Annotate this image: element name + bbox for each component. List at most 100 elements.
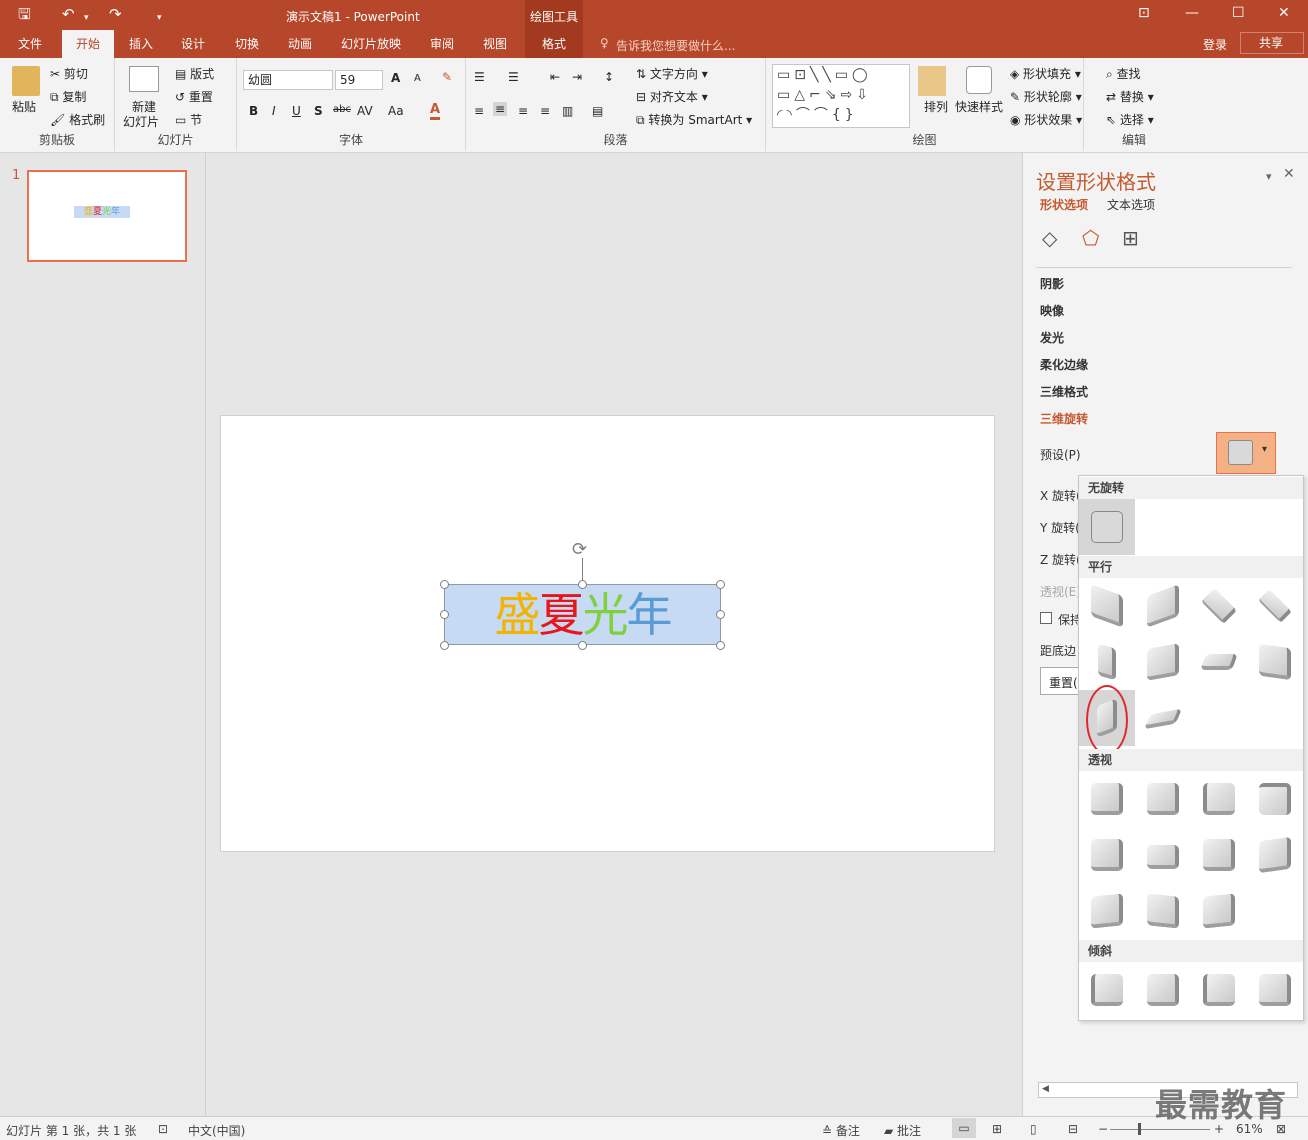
maximize-icon[interactable]: ☐ bbox=[1232, 5, 1245, 21]
preset-parallel-5[interactable] bbox=[1079, 634, 1135, 690]
login-link[interactable]: 登录 bbox=[1203, 36, 1227, 53]
preset-perspective-8[interactable] bbox=[1247, 827, 1303, 883]
select-button[interactable]: ⇖ 选择 ▾ bbox=[1106, 111, 1154, 128]
scroll-left-icon[interactable]: ◀ bbox=[1042, 1084, 1049, 1094]
slideshow-view-icon[interactable]: ⊟ bbox=[1068, 1122, 1078, 1136]
preset-parallel-3[interactable] bbox=[1191, 578, 1247, 634]
distributed-icon[interactable]: ▥ bbox=[562, 104, 573, 118]
shapes-gallery[interactable]: ▭⊡╲╲▭◯ ▭△⌐⇘⇨⇩ ◜◝⌒⌒{} bbox=[772, 64, 910, 128]
tab-view[interactable]: 视图 bbox=[472, 30, 518, 58]
section-shadow[interactable]: 阴影 bbox=[1040, 275, 1064, 292]
notes-button[interactable]: ≙ 备注 bbox=[822, 1122, 860, 1139]
reset-button[interactable]: ↺ 重置 bbox=[175, 88, 213, 105]
preset-perspective-9[interactable] bbox=[1079, 883, 1135, 939]
rotate-handle-icon[interactable]: ⟳ bbox=[572, 539, 587, 560]
preset-perspective-7[interactable] bbox=[1191, 827, 1247, 883]
comments-button[interactable]: ▰ 批注 bbox=[884, 1122, 921, 1139]
undo-icon[interactable]: ↶ bbox=[62, 5, 75, 23]
copy-button[interactable]: ⧉ 复制 bbox=[50, 88, 86, 105]
close-icon[interactable]: ✕ bbox=[1278, 5, 1290, 21]
paste-button[interactable]: 粘贴 bbox=[12, 98, 36, 115]
find-button[interactable]: ⌕ 查找 bbox=[1106, 65, 1141, 82]
preset-oblique-4[interactable] bbox=[1247, 962, 1303, 1018]
layout-button[interactable]: ▤ 版式 bbox=[175, 65, 214, 82]
shape-outline-button[interactable]: ✎ 形状轮廓 ▾ bbox=[1010, 88, 1082, 105]
zoom-slider[interactable] bbox=[1110, 1129, 1210, 1130]
customize-toolbar-icon[interactable]: ▾ bbox=[157, 9, 162, 27]
tab-file[interactable]: 文件 bbox=[8, 30, 52, 58]
tab-format[interactable]: 格式 bbox=[525, 30, 583, 58]
preset-no-rotation[interactable] bbox=[1079, 499, 1135, 555]
section-button[interactable]: ▭ 节 bbox=[175, 111, 202, 128]
new-slide-icon[interactable] bbox=[129, 66, 159, 92]
resize-handle-t[interactable] bbox=[578, 580, 587, 589]
align-right-icon[interactable]: ≡ bbox=[518, 104, 528, 118]
tab-insert[interactable]: 插入 bbox=[118, 30, 164, 58]
keep-text-flat-checkbox[interactable] bbox=[1040, 612, 1052, 624]
align-left-icon[interactable]: ≡ bbox=[474, 104, 484, 118]
paste-icon[interactable] bbox=[12, 66, 40, 96]
decrease-indent-icon[interactable]: ⇤ bbox=[550, 70, 560, 84]
preset-parallel-4[interactable] bbox=[1247, 578, 1303, 634]
reading-view-icon[interactable]: ▯ bbox=[1030, 1122, 1037, 1136]
selected-textbox-shape[interactable]: 盛夏光年 bbox=[444, 584, 721, 645]
shape-fill-button[interactable]: ◈ 形状填充 ▾ bbox=[1010, 65, 1081, 82]
underline-button[interactable]: U bbox=[292, 104, 301, 118]
text-direction-button[interactable]: ⇅ 文字方向 ▾ bbox=[636, 65, 708, 82]
ribbon-display-icon[interactable]: ⊡ bbox=[1138, 5, 1150, 21]
justify-icon[interactable]: ≡ bbox=[540, 104, 550, 118]
zoom-out-button[interactable]: − bbox=[1098, 1122, 1108, 1136]
preset-perspective-11[interactable] bbox=[1191, 883, 1247, 939]
tab-animations[interactable]: 动画 bbox=[277, 30, 323, 58]
resize-handle-bl[interactable] bbox=[440, 641, 449, 650]
share-button[interactable]: 共享 bbox=[1240, 32, 1304, 54]
preset-perspective-3[interactable] bbox=[1191, 771, 1247, 827]
char-spacing-button[interactable]: AV bbox=[357, 104, 373, 118]
section-reflection[interactable]: 映像 bbox=[1040, 302, 1064, 319]
fill-line-icon[interactable]: ◇ bbox=[1042, 226, 1057, 250]
italic-button[interactable]: I bbox=[272, 104, 276, 118]
tab-review[interactable]: 审阅 bbox=[419, 30, 465, 58]
preset-parallel-1[interactable] bbox=[1079, 578, 1135, 634]
bold-button[interactable]: B bbox=[249, 104, 258, 118]
resize-handle-l[interactable] bbox=[440, 610, 449, 619]
save-icon[interactable]: 🖫 bbox=[18, 5, 31, 23]
pane-close-icon[interactable]: ✕ bbox=[1283, 166, 1295, 182]
clear-format-icon[interactable]: ✎ bbox=[442, 70, 452, 84]
section-3d-format[interactable]: 三维格式 bbox=[1040, 383, 1088, 400]
section-glow[interactable]: 发光 bbox=[1040, 329, 1064, 346]
smartart-button[interactable]: ⧉ 转换为 SmartArt ▾ bbox=[636, 111, 752, 128]
resize-handle-tl[interactable] bbox=[440, 580, 449, 589]
tab-transitions[interactable]: 切换 bbox=[224, 30, 270, 58]
preset-perspective-10[interactable] bbox=[1135, 883, 1191, 939]
shrink-font-button[interactable]: A bbox=[414, 73, 421, 84]
cut-button[interactable]: ✂ 剪切 bbox=[50, 65, 88, 82]
spellcheck-icon[interactable]: ⊡ bbox=[158, 1122, 168, 1136]
undo-dropdown-icon[interactable]: ▾ bbox=[84, 9, 89, 27]
tab-text-options[interactable]: 文本选项 bbox=[1107, 196, 1155, 213]
preset-oblique-1[interactable] bbox=[1079, 962, 1135, 1018]
section-3d-rotation[interactable]: 三维旋转 bbox=[1040, 410, 1088, 427]
preset-perspective-4[interactable] bbox=[1247, 771, 1303, 827]
section-soft-edges[interactable]: 柔化边缘 bbox=[1040, 356, 1088, 373]
shadow-button[interactable]: S bbox=[314, 104, 323, 118]
quick-styles-icon[interactable] bbox=[966, 66, 992, 94]
effects-icon[interactable]: ⬠ bbox=[1082, 226, 1099, 250]
font-size-combo[interactable]: 59 bbox=[335, 70, 383, 90]
slide-sorter-icon[interactable]: ⊞ bbox=[992, 1122, 1002, 1136]
align-text-button[interactable]: ⊟ 对齐文本 ▾ bbox=[636, 88, 708, 105]
shape-effects-button[interactable]: ◉ 形状效果 ▾ bbox=[1010, 111, 1082, 128]
align-center-icon[interactable]: ≡ bbox=[493, 102, 508, 116]
resize-handle-b[interactable] bbox=[578, 641, 587, 650]
redo-icon[interactable]: ↷ bbox=[109, 5, 122, 23]
new-slide-button-line2[interactable]: 幻灯片 bbox=[123, 113, 159, 130]
quick-styles-button[interactable]: 快速样式 bbox=[955, 98, 1003, 115]
preset-parallel-6[interactable] bbox=[1135, 634, 1191, 690]
minimize-icon[interactable]: — bbox=[1185, 5, 1199, 21]
preset-parallel-2[interactable] bbox=[1135, 578, 1191, 634]
font-name-combo[interactable]: 幼圆 bbox=[243, 70, 333, 90]
size-properties-icon[interactable]: ⊞ bbox=[1122, 226, 1139, 250]
preset-oblique-2[interactable] bbox=[1135, 962, 1191, 1018]
tab-shape-options[interactable]: 形状选项 bbox=[1040, 196, 1088, 213]
resize-handle-br[interactable] bbox=[716, 641, 725, 650]
